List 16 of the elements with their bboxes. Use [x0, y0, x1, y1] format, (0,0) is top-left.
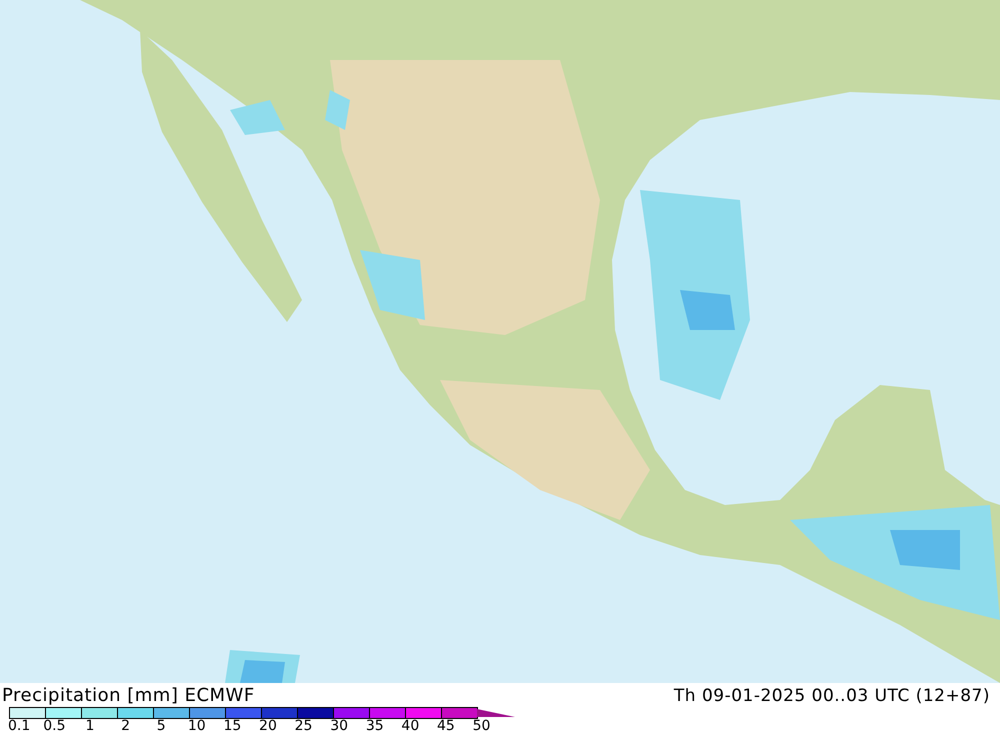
tick-label: 0.1 [7, 719, 32, 733]
tick-label: 15 [222, 719, 242, 733]
valid-time: Th 09-01-2025 00..03 UTC (12+87) [674, 685, 990, 707]
tick-label: 1 [84, 719, 96, 733]
tick-label: 20 [258, 719, 278, 733]
legend-title: Precipitation [mm] ECMWF [2, 685, 255, 707]
tick-label: 50 [472, 719, 492, 733]
tick-label: 25 [294, 719, 314, 733]
tick-label: 30 [329, 719, 350, 733]
tick-label: 45 [436, 719, 456, 733]
tick-label: 40 [400, 719, 420, 733]
tick-label: 2 [120, 719, 132, 733]
tick-label: 35 [364, 719, 385, 733]
tick-label: 0.5 [42, 719, 67, 733]
tick-label: 10 [186, 719, 207, 733]
tick-label: 5 [156, 719, 167, 733]
